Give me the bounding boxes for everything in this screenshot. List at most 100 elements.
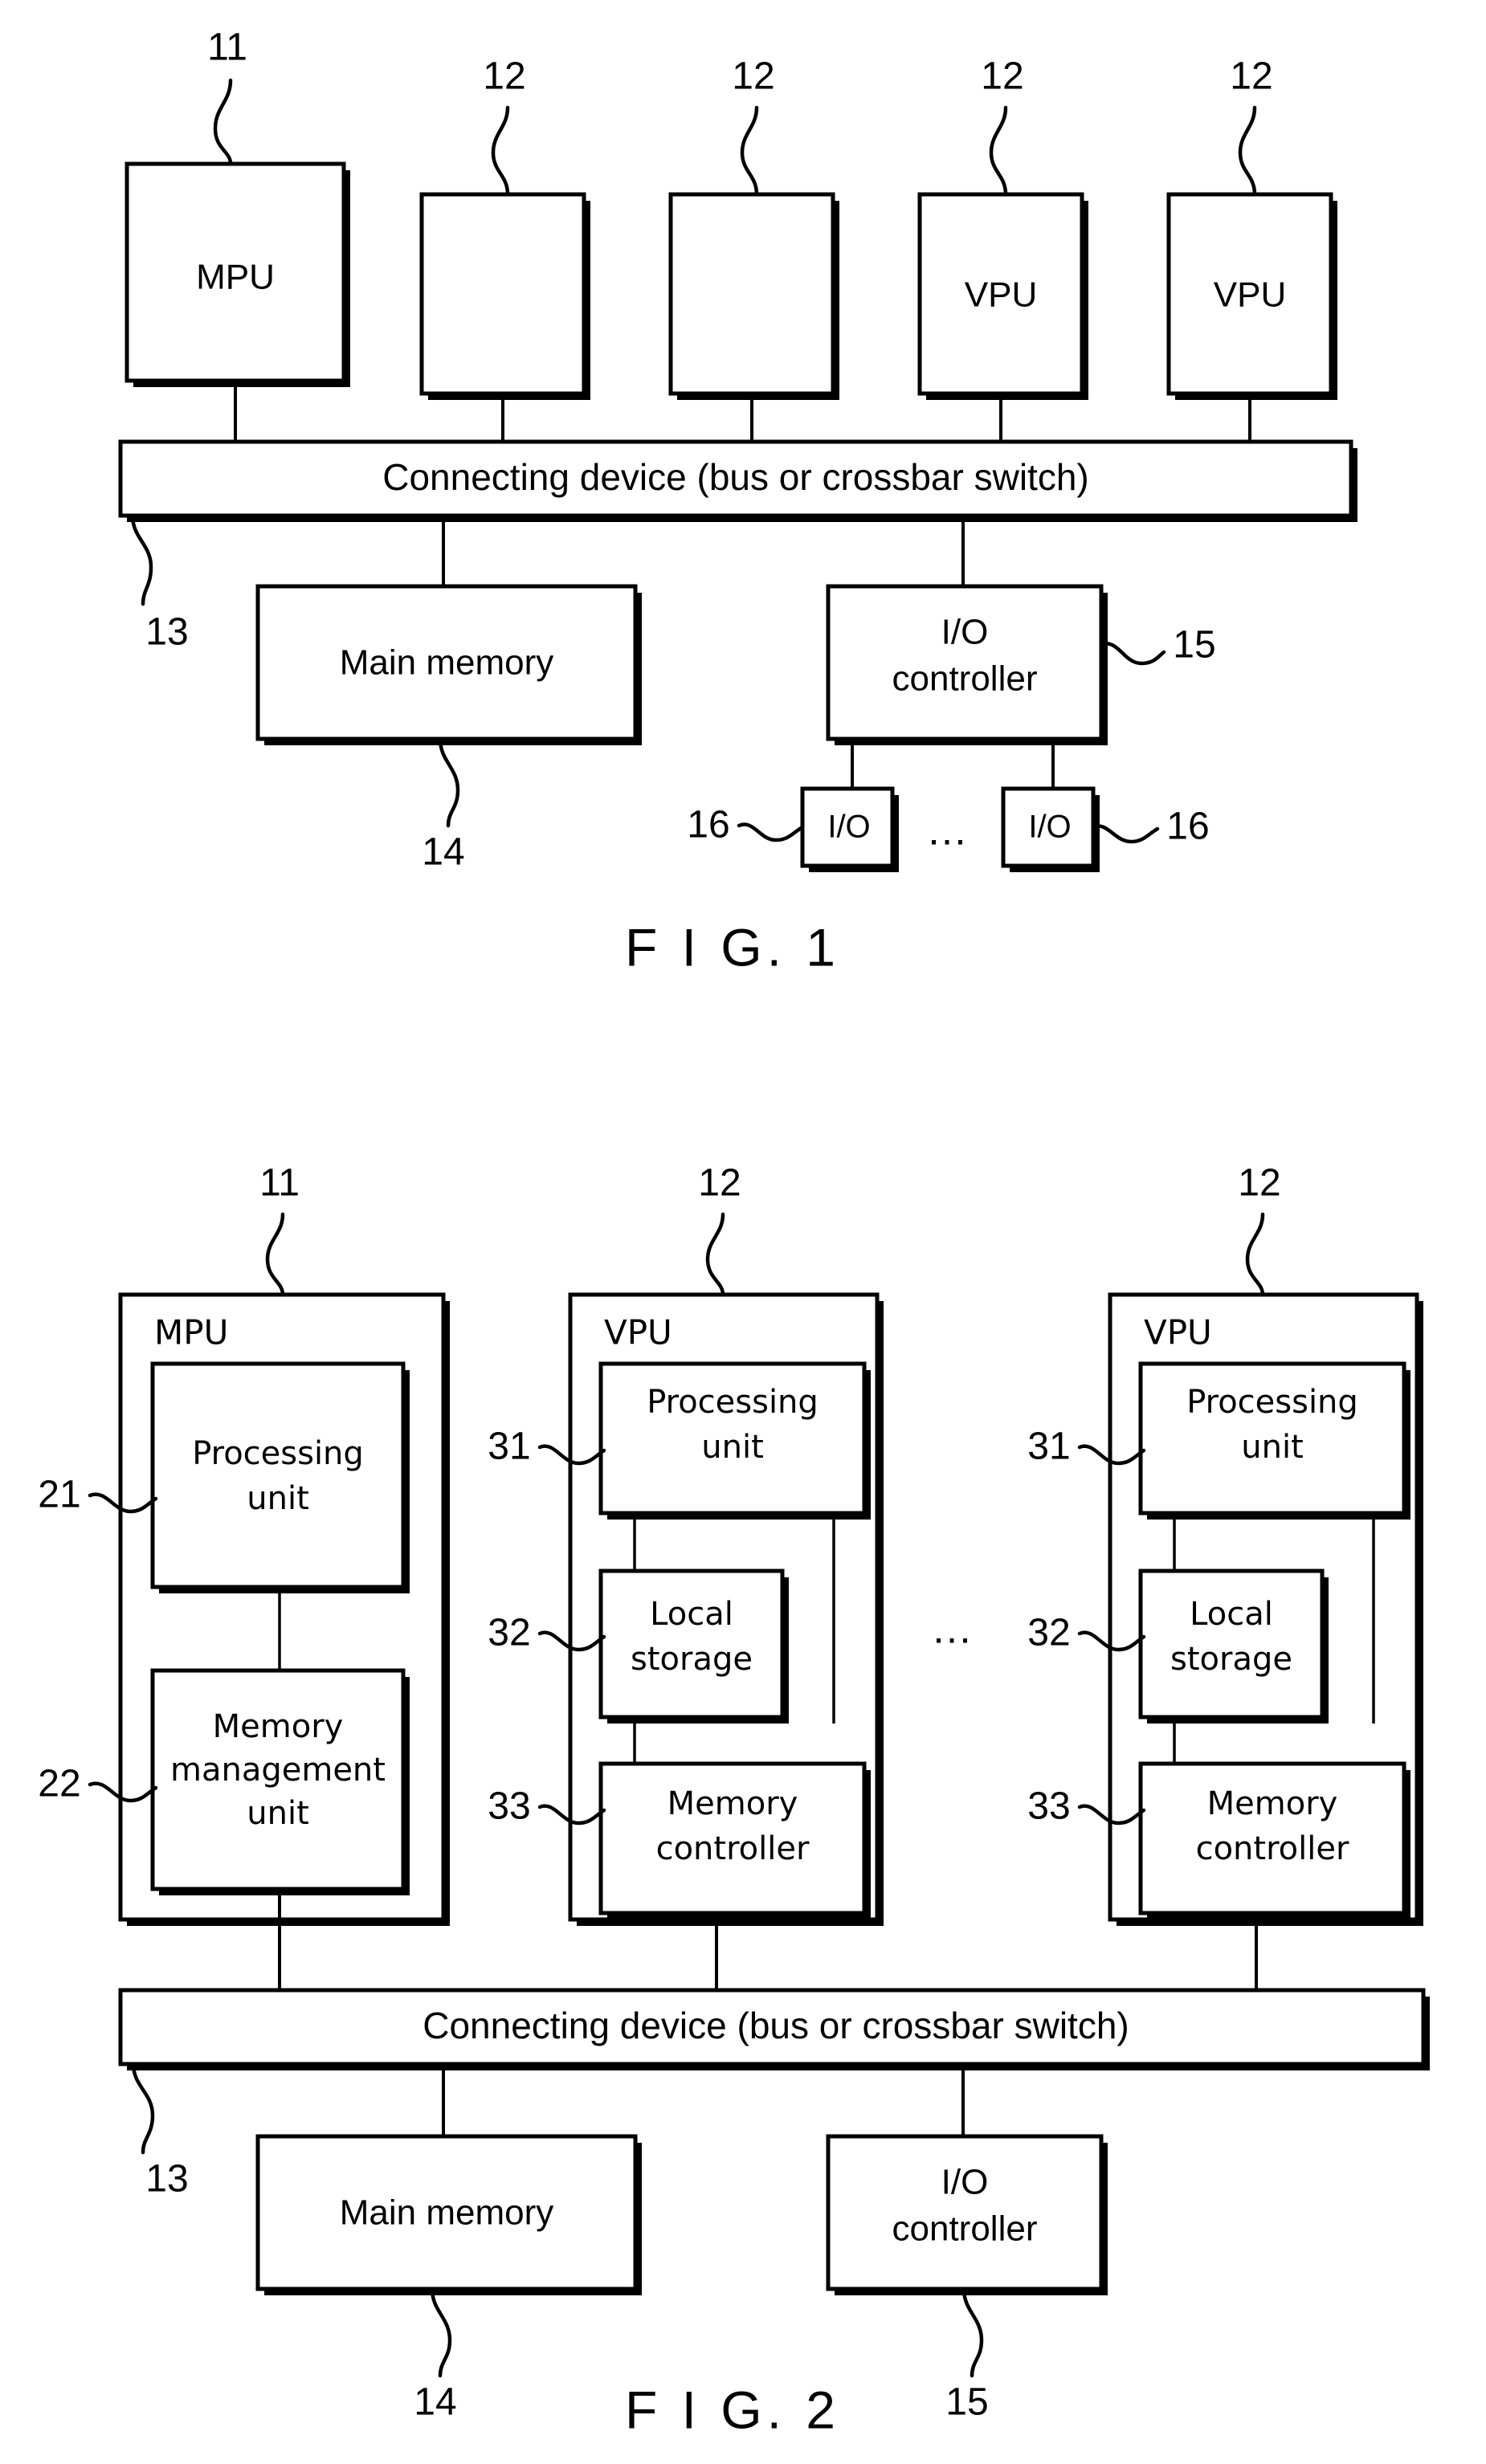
fig1-bar-leader [130,513,153,606]
vpu4-label: VPU [1214,275,1286,315]
fig2-mpu-processing-unit: Processing unit [150,1361,410,1593]
fig2-mpu-mmu: Memory management unit [150,1668,410,1895]
fig1-vpu-block-4: VPU [1166,192,1337,400]
fig2-connecting-device-bar: Connecting device (bus or crossbar switc… [118,1988,1430,2070]
fig2-ioc-label-1: I/O [941,2163,989,2202]
fig1-vpu4-leader [1238,105,1257,197]
fig1-io-right-leader [1091,824,1160,844]
fig1-connecting-device-label: Connecting device (bus or crossbar switc… [382,456,1088,498]
fig2-vpuR-mc-label-1: Memory [1207,1785,1338,1822]
fig2-vpuL-mc-ref: 33 [488,1785,530,1828]
fig1-ioc-leader [1099,642,1166,666]
fig2-vpuL-memory-controller: Memory controller [598,1761,871,1919]
fig2-vpuR-ls-label-1: Local [1190,1596,1273,1633]
fig1-mm-leader [438,736,460,828]
vpu2-fill-real [671,194,833,394]
vpu2-fill [422,194,584,394]
fig2-caption: F I G. 2 [625,2380,840,2439]
fig2-vpuL-processing-unit: Processing unit [598,1361,871,1520]
fig1-vpu-block-3: VPU [917,192,1088,400]
fig2-vpuL-mc-label-2: controller [656,1830,810,1867]
fig2-vpuL-mc-label-1: Memory [667,1785,798,1822]
fig2-vpuR-ref: 12 [1238,1162,1280,1205]
fig1-main-memory-block: Main memory [255,584,642,745]
fig2-vpuL-ls-ref: 32 [488,1612,530,1654]
fig2-connecting-device-label: Connecting device (bus or crossbar switc… [423,2005,1129,2046]
fig1-mpu-leader [213,78,233,166]
fig1-io-right-label: I/O [1028,810,1071,845]
figures-canvas: MPU 11 VPU 12 VPU 12 [38,27,1430,2439]
fig1-io-ellipsis: … [926,808,970,855]
fig2-vpuR-mc-ref: 33 [1027,1785,1070,1828]
fig2-bar-leader [131,2062,155,2155]
fig2-mpu-pu-label-2: unit [247,1480,309,1517]
fig1-vpu3-leader [989,105,1008,197]
fig1-vpu1-ref: 12 [483,55,525,98]
fig2-vpuR-processing-unit: Processing unit [1138,1361,1410,1520]
figure-1: MPU 11 VPU 12 VPU 12 [118,27,1357,977]
vpu3-label: VPU [965,275,1037,315]
fig2-vpuR-ls-label-2: storage [1170,1641,1292,1678]
fig2-mpu-leader [265,1212,285,1297]
fig1-io-device-left: I/O [800,786,899,872]
fig2-main-memory-block: Main memory [255,2134,642,2295]
fig2-vpuL-title: VPU [604,1313,672,1352]
fig1-bar-ref: 13 [145,611,188,654]
fig2-vpuR-pu-ref: 31 [1027,1426,1070,1468]
fig2-mpu-ref: 11 [259,1162,300,1205]
fig2-mpu-pu-ref: 21 [38,1474,80,1516]
fig1-io-device-right: I/O [1001,786,1100,872]
fig1-mm-ref: 14 [422,831,464,874]
fig1-io-controller-label-2: controller [892,659,1038,699]
fig2-vpuR-ls-ref: 32 [1027,1612,1070,1654]
fig2-vpuR-pu-label-2: unit [1241,1429,1304,1466]
fig1-ioc-ref: 15 [1173,624,1215,667]
fig1-caption: F I G. 1 [625,917,840,977]
fig2-vpuL-leader [705,1212,725,1297]
fig2-ioc-ref: 15 [945,2381,988,2424]
fig2-vpuL-ref: 12 [698,1162,741,1205]
fig1-vpu2-leader [740,105,759,197]
fig2-main-memory-label: Main memory [340,2193,554,2233]
fig2-ioc-label-2: controller [892,2209,1038,2249]
fig2-vpuR-mc-label-2: controller [1196,1830,1349,1867]
fig2-vpuR-leader [1245,1212,1265,1297]
fig2-vpuR-memory-controller: Memory controller [1138,1761,1410,1919]
fig2-bar-ref: 13 [145,2158,188,2201]
fig1-connecting-device-bar: Connecting device (bus or crossbar switc… [118,439,1357,522]
fig1-vpu4-ref: 12 [1230,55,1272,98]
fig2-mpu-mmu-label-3: unit [247,1795,309,1832]
fig2-vpuL-pu-ref: 31 [488,1426,530,1468]
fig1-io-controller-block: I/O controller [826,584,1108,745]
fig2-vpuL-pu-label-1: Processing [647,1384,819,1421]
figure-2: MPU 11 Processing unit 21 Memory managem… [38,1162,1430,2439]
fig2-mpu-title: MPU [154,1313,228,1352]
fig1-mpu-ref: 11 [207,27,247,69]
fig2-vpuL-local-storage: Local storage [598,1569,789,1724]
fig2-ioc-leader [961,2287,984,2378]
fig1-mpu-block: MPU [125,161,350,387]
fig2-mpu-pu-label-1: Processing [192,1435,364,1472]
fig1-io-right-ref: 16 [1166,806,1209,848]
fig1-vpu2-ref: 12 [732,55,774,98]
fig2-vpuR-local-storage: Local storage [1138,1569,1329,1724]
fig2-mm-ref: 14 [414,2381,456,2424]
fig2-mpu-pu-fill [153,1364,403,1587]
fig2-io-controller-block: I/O controller [826,2134,1108,2295]
fig2-vpuL-pu-label-2: unit [701,1429,764,1466]
fig1-main-memory-label: Main memory [340,643,554,683]
fig2-mm-leader [430,2287,452,2378]
fig1-io-controller-label-1: I/O [941,613,989,652]
fig1-vpu1-leader [491,105,510,197]
fig2-mpu-mmu-label-2: management [170,1752,386,1789]
fig1-io-left-label: I/O [827,810,870,845]
fig2-vpuR-pu-label-1: Processing [1186,1384,1358,1421]
fig2-vpuL-ls-label-1: Local [650,1596,733,1633]
mpu-label: MPU [196,258,275,297]
patent-drawing-sheet: MPU 11 VPU 12 VPU 12 [0,0,1486,2464]
fig2-vpuL-ls-label-2: storage [631,1641,753,1678]
fig1-io-left-ref: 16 [687,804,729,846]
fig2-mpu-mmu-label-1: Memory [213,1708,344,1745]
fig1-io-left-leader [737,822,805,842]
fig1-vpu3-ref: 12 [981,55,1023,98]
